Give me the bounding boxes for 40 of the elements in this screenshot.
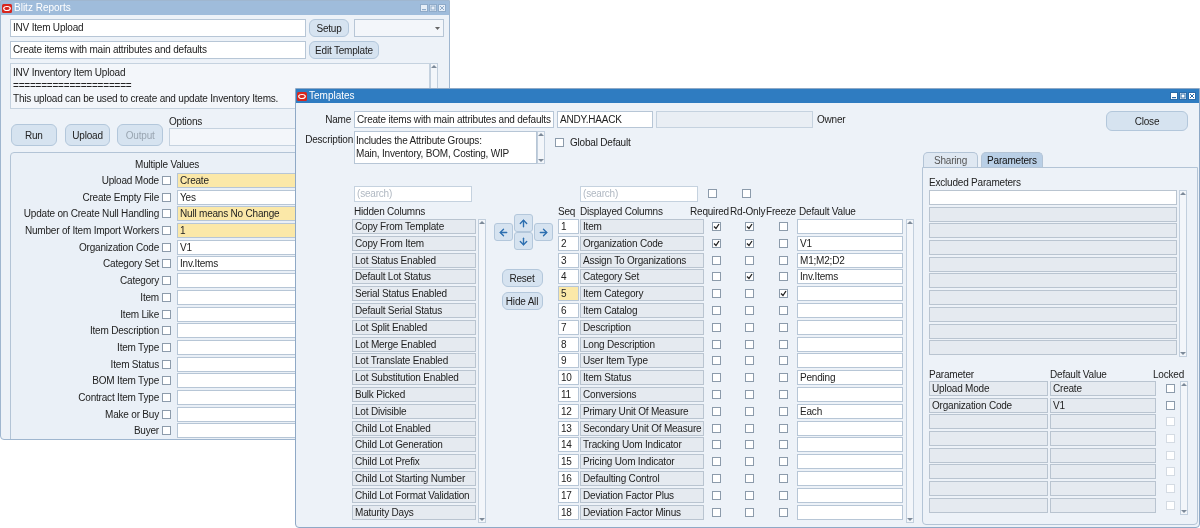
parameter-label: Contract Item Type	[77, 390, 159, 404]
window-title: Blitz Reports	[14, 2, 71, 14]
parameter-label: BOM Item Type	[91, 374, 159, 388]
description-line: =====================	[13, 79, 132, 92]
options-label: Options	[169, 115, 203, 128]
parameter-label: Item Description	[88, 324, 159, 338]
name-label: Name	[324, 113, 351, 126]
column-header: Locked	[1153, 368, 1185, 381]
list-label: Excluded Parameters	[929, 176, 1022, 189]
description-line: This upload can be used to create and update Inventory Items.	[13, 92, 279, 105]
column-header: Freeze	[766, 205, 797, 219]
parameter-label: Item	[139, 290, 159, 304]
column-header: Default Value	[799, 205, 856, 219]
parameter-label: Item Like	[119, 307, 159, 321]
parameter-label: Create Empty File	[81, 190, 159, 204]
column-header: Seq	[558, 205, 577, 219]
parameter-label: Update on Create Null Handling	[22, 207, 159, 221]
column-header: Hidden Columns	[354, 205, 427, 219]
parameter-label: Organization Code	[78, 240, 159, 254]
column-header: Default Value	[1050, 368, 1108, 381]
parameter-label: Item Status	[109, 357, 159, 371]
parameter-label: Category Set	[102, 257, 159, 271]
description-line: Main, Inventory, BOM, Costing, WIP	[356, 147, 511, 160]
parameter-label: Category	[119, 274, 159, 288]
description-line: Includes the Attribute Groups:	[356, 134, 483, 147]
column-header: Parameter	[929, 368, 975, 381]
description-label: Description	[304, 133, 353, 146]
description-line: INV Inventory Item Upload	[13, 66, 126, 79]
parameter-label: Item Type	[116, 340, 159, 354]
column-header: Rd-Only	[730, 205, 766, 219]
parameter-label: Make or Buy	[104, 407, 159, 421]
parameter-label: Buyer	[132, 424, 159, 438]
column-header: Multiple Values	[135, 158, 200, 171]
column-header: Displayed Columns	[580, 205, 664, 219]
parameter-label: Upload Mode	[100, 174, 159, 187]
window-title: Templates	[309, 90, 355, 102]
owner-label: Owner	[817, 113, 846, 126]
checkbox-label: Global Default	[570, 136, 631, 149]
parameter-label: Number of Item Import Workers	[23, 224, 159, 238]
column-header: Required	[690, 205, 730, 219]
